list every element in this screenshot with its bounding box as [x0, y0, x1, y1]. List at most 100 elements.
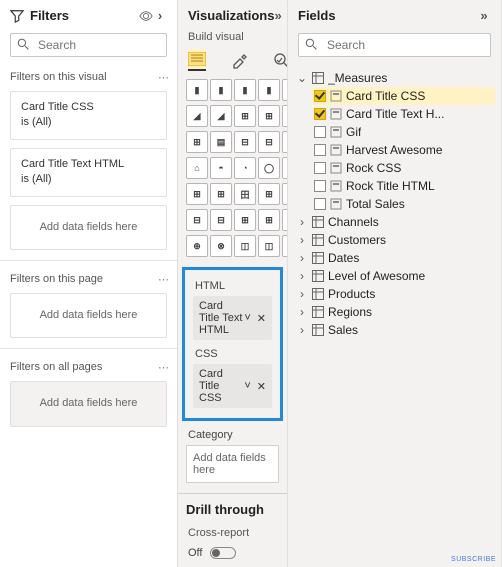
- table-row[interactable]: ›Sales: [294, 321, 495, 339]
- remove-icon[interactable]: ✕: [257, 312, 266, 325]
- checkbox[interactable]: [314, 198, 326, 210]
- field-label: Total Sales: [346, 197, 405, 211]
- viz-type-7[interactable]: ◢: [210, 105, 232, 127]
- chevron-right-icon[interactable]: ›: [153, 8, 167, 23]
- cross-report-toggle[interactable]: [210, 547, 236, 559]
- table-row[interactable]: ›Customers: [294, 231, 495, 249]
- table-row-measures[interactable]: ⌄ _Measures: [294, 69, 495, 87]
- field-row[interactable]: Harvest Awesome: [312, 141, 495, 159]
- viz-type-25[interactable]: ⊞: [210, 183, 232, 205]
- table-row[interactable]: ›Dates: [294, 249, 495, 267]
- filters-search-input[interactable]: [36, 37, 195, 53]
- viz-type-38[interactable]: ◫: [234, 235, 256, 257]
- field-label: Rock Title HTML: [346, 179, 435, 193]
- collapse-icon[interactable]: »: [274, 8, 281, 23]
- checkbox[interactable]: [314, 126, 326, 138]
- chevron-right-icon[interactable]: ›: [296, 251, 308, 265]
- filter-card[interactable]: Card Title CSS is (All): [10, 91, 167, 140]
- eye-icon[interactable]: [139, 9, 153, 23]
- filter-card[interactable]: Card Title Text HTML is (All): [10, 148, 167, 197]
- filters-header: Filters ›: [0, 0, 177, 29]
- table-row[interactable]: ›Products: [294, 285, 495, 303]
- chevron-right-icon[interactable]: ›: [296, 269, 308, 283]
- measure-icon: [330, 108, 342, 120]
- cross-report-label: Cross-report: [178, 521, 287, 543]
- viz-type-15[interactable]: ⊟: [258, 131, 280, 153]
- viz-type-26[interactable]: 田: [234, 183, 256, 205]
- well-category-add[interactable]: Add data fields here: [186, 445, 279, 483]
- viz-type-19[interactable]: ◓: [210, 157, 232, 179]
- table-icon: [312, 306, 324, 318]
- filters-all-label: Filters on all pages: [0, 355, 177, 377]
- well-css[interactable]: Card Title CSS ˅ ✕: [193, 364, 272, 408]
- chevron-right-icon[interactable]: ›: [296, 215, 308, 229]
- chevron-right-icon[interactable]: ›: [296, 287, 308, 301]
- checkbox[interactable]: [314, 90, 326, 102]
- field-row[interactable]: Rock CSS: [312, 159, 495, 177]
- viz-type-21[interactable]: ◯: [258, 157, 280, 179]
- remove-icon[interactable]: ✕: [257, 380, 266, 393]
- filter-add-all[interactable]: Add data fields here: [10, 381, 167, 426]
- field-label: Card Title CSS: [346, 89, 425, 103]
- fields-search[interactable]: [298, 33, 491, 57]
- drill-title: Drill through: [178, 493, 287, 521]
- collapse-icon[interactable]: »: [477, 8, 491, 23]
- chevron-down-icon[interactable]: ˅: [244, 312, 250, 324]
- viz-type-30[interactable]: ⊟: [186, 209, 208, 231]
- checkbox[interactable]: [314, 180, 326, 192]
- viz-type-33[interactable]: ⊞: [258, 209, 280, 231]
- viz-type-32[interactable]: ⊞: [234, 209, 256, 231]
- field-row[interactable]: Card Title CSS: [312, 87, 495, 105]
- viz-type-39[interactable]: ◫: [258, 235, 280, 257]
- well-label-category: Category: [178, 423, 287, 443]
- viz-type-14[interactable]: ⊟: [234, 131, 256, 153]
- build-mode-icon[interactable]: [188, 49, 206, 71]
- chevron-right-icon[interactable]: ›: [296, 305, 308, 319]
- chevron-down-icon[interactable]: ˅: [244, 380, 250, 392]
- viz-subtitle: Build visual: [178, 29, 287, 49]
- fields-title: Fields: [298, 8, 336, 23]
- viz-type-0[interactable]: ▮: [186, 79, 208, 101]
- format-mode-icon[interactable]: [230, 49, 248, 71]
- analytics-mode-icon[interactable]: [272, 49, 288, 71]
- checkbox[interactable]: [314, 108, 326, 120]
- table-icon: [312, 72, 324, 84]
- filter-card-summary: is (All): [21, 115, 156, 130]
- filters-pane: Filters › Filters on this visual Card Ti…: [0, 0, 178, 567]
- table-row[interactable]: ›Level of Awesome: [294, 267, 495, 285]
- fields-search-input[interactable]: [325, 37, 484, 53]
- viz-type-3[interactable]: ▮: [258, 79, 280, 101]
- field-row[interactable]: Rock Title HTML: [312, 177, 495, 195]
- field-row[interactable]: Card Title Text H...: [312, 105, 495, 123]
- viz-type-20[interactable]: ◔: [234, 157, 256, 179]
- field-row[interactable]: Total Sales: [312, 195, 495, 213]
- viz-gallery: ▮▮▮▮▮▮◢◢⊞⊞⊞▦⊞▤⊟⊟⊡⊡⌂◓◔◯⊙123⊞⊞田⊞RPy⊟⊟⊞⊞⊟⊟⊕…: [178, 75, 287, 265]
- filter-add-page[interactable]: Add data fields here: [10, 293, 167, 338]
- chevron-down-icon[interactable]: ⌄: [296, 71, 308, 85]
- viz-type-9[interactable]: ⊞: [258, 105, 280, 127]
- viz-type-24[interactable]: ⊞: [186, 183, 208, 205]
- viz-type-36[interactable]: ⊕: [186, 235, 208, 257]
- checkbox[interactable]: [314, 144, 326, 156]
- well-html[interactable]: Card Title Text HTML ˅ ✕: [193, 296, 272, 340]
- viz-type-6[interactable]: ◢: [186, 105, 208, 127]
- viz-type-8[interactable]: ⊞: [234, 105, 256, 127]
- viz-type-27[interactable]: ⊞: [258, 183, 280, 205]
- field-row[interactable]: Gif: [312, 123, 495, 141]
- viz-type-18[interactable]: ⌂: [186, 157, 208, 179]
- viz-type-31[interactable]: ⊟: [210, 209, 232, 231]
- viz-type-1[interactable]: ▮: [210, 79, 232, 101]
- viz-type-2[interactable]: ▮: [234, 79, 256, 101]
- table-label: Regions: [328, 305, 372, 319]
- filter-add-visual[interactable]: Add data fields here: [10, 205, 167, 250]
- filters-search[interactable]: [10, 33, 167, 57]
- viz-type-12[interactable]: ⊞: [186, 131, 208, 153]
- viz-type-13[interactable]: ▤: [210, 131, 232, 153]
- table-row[interactable]: › Regions: [294, 303, 495, 321]
- viz-type-37[interactable]: ⊗: [210, 235, 232, 257]
- table-row[interactable]: ›Channels: [294, 213, 495, 231]
- chevron-right-icon[interactable]: ›: [296, 233, 308, 247]
- checkbox[interactable]: [314, 162, 326, 174]
- chevron-right-icon[interactable]: ›: [296, 323, 308, 337]
- table-icon: [312, 270, 324, 282]
